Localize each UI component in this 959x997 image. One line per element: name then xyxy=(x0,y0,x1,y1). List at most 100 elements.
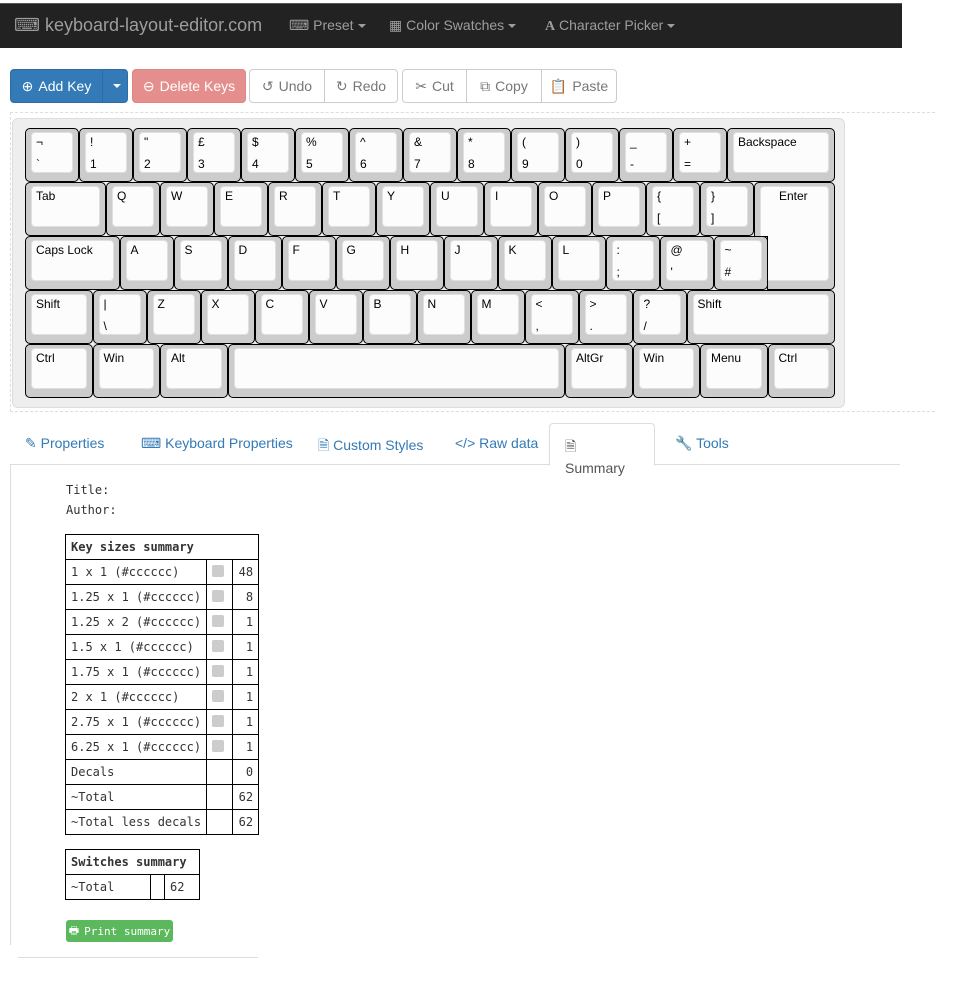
add-key-dropdown[interactable] xyxy=(102,69,128,103)
key[interactable]: % 5 xyxy=(295,128,349,182)
add-key-button[interactable]: ⊕ Add Key xyxy=(10,69,103,103)
key[interactable]: ^ 6 xyxy=(349,128,403,182)
cut-button[interactable]: ✂ Cut xyxy=(402,69,467,103)
redo-button[interactable]: ↻ Redo xyxy=(324,69,398,103)
key[interactable]: Q xyxy=(106,182,160,236)
key[interactable]: :; xyxy=(605,236,660,290)
preset-menu[interactable]: ⌨ Preset xyxy=(289,17,366,34)
undo-icon: ↺ xyxy=(261,77,274,94)
key-top-label: Ctrl xyxy=(36,351,55,365)
row-label: 6.25 x 1 (#cccccc) xyxy=(64,734,208,760)
key[interactable]: ) 0 xyxy=(565,128,619,182)
key[interactable]: D xyxy=(227,236,282,290)
key[interactable]: A xyxy=(119,236,174,290)
tab-custom-styles[interactable]: 🗎 Custom Styles xyxy=(303,423,438,465)
key[interactable]: U xyxy=(430,182,484,236)
key[interactable]: K xyxy=(497,236,552,290)
print-summary-button[interactable]: 🖶 Print summary xyxy=(66,920,173,942)
key[interactable]: W xyxy=(160,182,214,236)
key[interactable]: P xyxy=(592,182,646,236)
key[interactable]: | \ xyxy=(92,290,147,344)
key[interactable]: <, xyxy=(524,290,579,344)
key[interactable]: E xyxy=(214,182,268,236)
key[interactable]: V xyxy=(308,290,363,344)
key[interactable]: I xyxy=(484,182,538,236)
key[interactable]: Win xyxy=(92,344,160,398)
key[interactable]: Z xyxy=(146,290,201,344)
delete-keys-button[interactable]: ⊖ Delete Keys xyxy=(132,69,246,103)
tab-label: Raw data xyxy=(479,435,539,451)
key-top-label: Caps Lock xyxy=(36,243,93,257)
key-top-label: * xyxy=(468,135,473,149)
key[interactable]: Caps Lock xyxy=(25,236,120,290)
key[interactable]: T xyxy=(322,182,376,236)
key[interactable]: ¬ ` xyxy=(25,128,79,182)
key[interactable]: _ - xyxy=(619,128,673,182)
key[interactable]: + = xyxy=(673,128,727,182)
copy-button[interactable]: ⧉ Copy xyxy=(466,69,542,103)
tab-summary[interactable]: 🗎 Summary xyxy=(549,423,655,476)
key[interactable]: B xyxy=(362,290,417,344)
key[interactable]: ~ # xyxy=(713,236,768,290)
key[interactable] xyxy=(227,344,565,398)
table-row: Decals 0 xyxy=(64,759,260,785)
key[interactable]: S xyxy=(173,236,228,290)
key-top-label: ( xyxy=(522,135,526,149)
key[interactable]: H xyxy=(389,236,444,290)
key[interactable]: X xyxy=(200,290,255,344)
key[interactable]: * 8 xyxy=(457,128,511,182)
row-count: 1 xyxy=(232,659,260,685)
color-swatches-menu[interactable]: ▦ Color Swatches xyxy=(389,17,517,34)
keycap: B xyxy=(368,294,411,335)
table-row: 1.25 x 2 (#cccccc) 1 xyxy=(64,609,260,635)
key[interactable]: O xyxy=(538,182,592,236)
key[interactable]: & 7 xyxy=(403,128,457,182)
key[interactable]: (9 xyxy=(511,128,565,182)
caret-down-icon xyxy=(113,84,121,88)
tab-properties[interactable]: ✎ Properties xyxy=(10,423,119,465)
key[interactable]: N xyxy=(416,290,471,344)
key[interactable]: {[ xyxy=(646,182,700,236)
key[interactable]: G xyxy=(335,236,390,290)
key[interactable]: L xyxy=(551,236,606,290)
tab-keyboard-properties[interactable]: ⌨ Keyboard Properties xyxy=(126,423,308,465)
key[interactable]: £3 xyxy=(187,128,241,182)
paste-button[interactable]: 📋 Paste xyxy=(541,69,617,103)
key[interactable]: @ ' xyxy=(659,236,714,290)
key[interactable]: Backspace xyxy=(727,128,835,182)
key[interactable]: ? / xyxy=(632,290,687,344)
key-top-label: Alt xyxy=(171,351,186,365)
keycap: + = xyxy=(679,132,721,173)
character-picker-menu[interactable]: A Character Picker xyxy=(545,17,676,35)
key[interactable]: $4 xyxy=(241,128,295,182)
keycap: Win xyxy=(638,348,694,389)
key[interactable]: M xyxy=(470,290,525,344)
key[interactable]: Win xyxy=(632,344,700,398)
brand-link[interactable]: ⌨ keyboard-layout-editor.com xyxy=(14,15,262,36)
key[interactable]: >. xyxy=(578,290,633,344)
key[interactable]: Ctrl xyxy=(767,344,835,398)
key[interactable]: ! 1 xyxy=(79,128,133,182)
key[interactable]: R xyxy=(268,182,322,236)
key[interactable]: Ctrl xyxy=(25,344,93,398)
tab-tools[interactable]: 🔧 Tools xyxy=(660,423,744,465)
key[interactable]: " 2 xyxy=(133,128,187,182)
undo-button[interactable]: ↺ Undo xyxy=(249,69,325,103)
tab-raw-data[interactable]: </> Raw data xyxy=(440,423,553,465)
table-row: 1.25 x 1 (#cccccc) 8 xyxy=(64,584,260,610)
keycap: (9 xyxy=(517,132,559,173)
key[interactable]: Shift xyxy=(25,290,93,344)
key[interactable]: C xyxy=(254,290,309,344)
key[interactable]: Y xyxy=(376,182,430,236)
cut-label: Cut xyxy=(431,78,454,94)
keycap: I xyxy=(490,186,532,227)
key[interactable]: Shift xyxy=(686,290,835,344)
key[interactable]: AltGr xyxy=(565,344,633,398)
key[interactable]: Tab xyxy=(25,182,106,236)
keycap: :; xyxy=(611,240,654,281)
key[interactable]: }] xyxy=(700,182,754,236)
key[interactable]: Alt xyxy=(160,344,228,398)
key[interactable]: J xyxy=(443,236,498,290)
key[interactable]: F xyxy=(281,236,336,290)
key[interactable]: Menu xyxy=(700,344,768,398)
